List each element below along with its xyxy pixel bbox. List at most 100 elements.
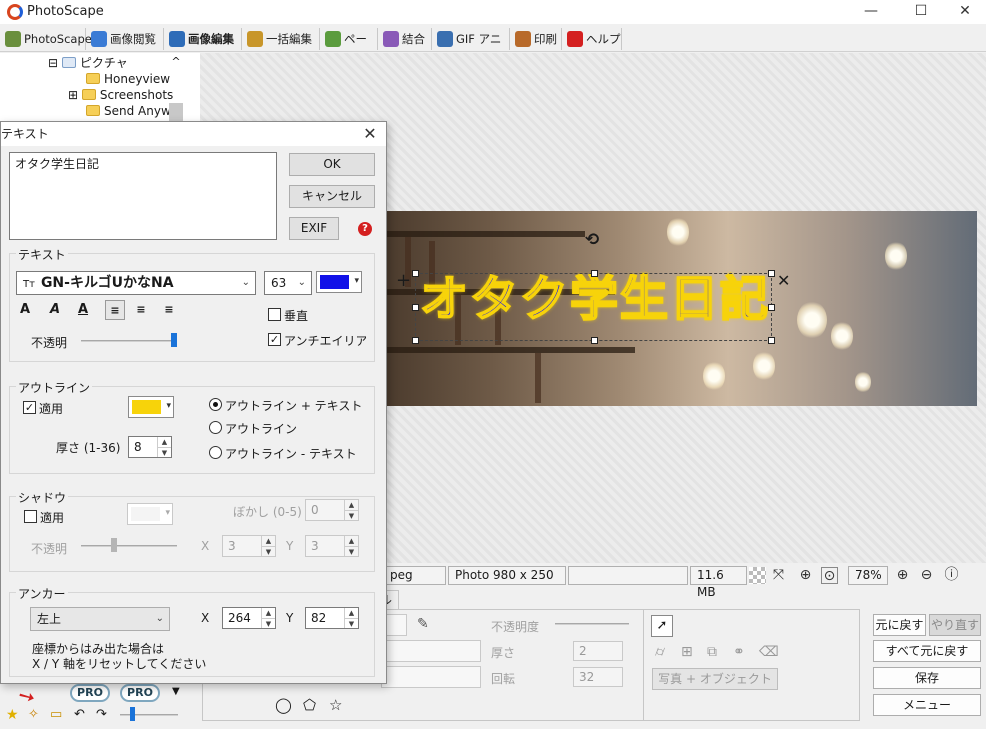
zoom-in-icon[interactable]: ⊕	[894, 567, 911, 584]
shape-cylinder-icon[interactable]: ⌭	[655, 644, 665, 660]
text-input[interactable]: オタク学生日記	[9, 152, 277, 240]
add-object-icon[interactable]: ⊞	[681, 644, 693, 660]
move-icon[interactable]: +	[396, 270, 411, 291]
resize-handle[interactable]	[768, 304, 775, 311]
eyedropper-icon[interactable]: ✎	[417, 616, 429, 632]
tab-gif[interactable]: GIF アニメ	[434, 28, 510, 68]
font-select[interactable]: Tт GN-キルゴUかなNA ⌄	[16, 271, 256, 295]
radio-outline-plus-text[interactable]	[209, 398, 222, 411]
shadow-opacity-slider	[81, 545, 177, 547]
tab-print[interactable]: 印刷	[512, 28, 562, 50]
ok-button[interactable]: OK	[289, 153, 375, 176]
chevron-down-icon[interactable]: ▼	[172, 686, 180, 697]
group-icon[interactable]: ⚭	[733, 644, 745, 660]
outline-thickness-spin[interactable]: 8 ▲ ▼	[128, 436, 172, 458]
help-icon[interactable]: ?	[358, 222, 372, 236]
size-slider-thumb[interactable]	[130, 707, 135, 721]
bold-button[interactable]: A	[15, 300, 35, 320]
pentagon-shape-icon[interactable]: ⬠	[303, 696, 316, 714]
radio-outline-minus-text[interactable]	[209, 446, 222, 459]
resize-handle[interactable]	[412, 304, 419, 311]
radio-outline[interactable]	[209, 421, 222, 434]
selection-box[interactable]	[412, 270, 775, 344]
anchor-x-spin[interactable]: 264 ▲ ▼	[222, 607, 276, 629]
antialias-checkbox[interactable]: ✓	[268, 333, 281, 346]
tree-item-sendanywhere[interactable]: Send Anyw	[86, 103, 171, 119]
undo-all-button[interactable]: すべて元に戻す	[873, 640, 981, 662]
folder-open-icon[interactable]: ▭	[50, 707, 62, 722]
blur-spin: 0 ▲ ▼	[305, 499, 359, 521]
resize-handle[interactable]	[768, 337, 775, 344]
exif-button[interactable]: EXIF	[289, 217, 339, 240]
outline-color-picker[interactable]: ▾	[128, 396, 174, 418]
font-size-select[interactable]: 63 ⌄	[264, 271, 312, 295]
zoom-out-icon[interactable]: ⊖	[918, 567, 935, 584]
folder-tree: ⊟ ピクチャ Honeyview ⊞ Screenshots Send Anyw…	[0, 53, 200, 123]
align-center-button[interactable]: ≡	[131, 300, 151, 320]
delete-object-icon[interactable]: ✕	[777, 271, 790, 290]
rotation-spin: 32	[573, 667, 623, 687]
minimize-button[interactable]: —	[848, 0, 894, 24]
chevron-down-icon: ⌄	[241, 277, 250, 288]
blur-label: ぼかし (0-5)	[233, 505, 302, 519]
italic-button[interactable]: A	[45, 300, 65, 320]
tree-item-honeyview[interactable]: Honeyview	[86, 71, 170, 87]
rotate-right-icon[interactable]: ↷	[96, 707, 107, 722]
erase-icon[interactable]: ⌫	[759, 644, 779, 660]
text-opacity-slider[interactable]	[81, 340, 177, 342]
text-opacity-thumb[interactable]	[171, 333, 177, 347]
anchor-position-select[interactable]: 左上 ⌄	[30, 607, 170, 631]
pro-button-1[interactable]: PRO	[70, 684, 110, 702]
pro-button-2[interactable]: PRO	[120, 684, 160, 702]
divider	[643, 610, 644, 720]
transparency-icon[interactable]	[749, 567, 766, 584]
maximize-button[interactable]: ☐	[898, 0, 944, 24]
align-right-button[interactable]: ≡	[159, 300, 179, 320]
shadow-apply-checkbox[interactable]	[24, 510, 37, 523]
zoom-fit-icon[interactable]: ⊕	[797, 567, 814, 584]
star-icon[interactable]: ★	[6, 707, 19, 723]
zoom-actual-icon[interactable]: ⊙	[821, 567, 838, 584]
undo-button[interactable]: 元に戻す	[873, 614, 926, 636]
vertical-checkbox[interactable]	[268, 308, 281, 321]
text-color-picker[interactable]: ▾	[316, 271, 362, 293]
tab-viewer[interactable]: 画像閲覧	[88, 28, 164, 50]
tab-batch[interactable]: 一括編集	[244, 28, 320, 50]
tab-help[interactable]: ヘルプ	[564, 28, 622, 50]
tree-item-screenshots[interactable]: ⊞ Screenshots	[68, 87, 173, 103]
tree-scrollbar-thumb[interactable]	[169, 103, 183, 121]
resize-handle[interactable]	[768, 270, 775, 277]
star-shape-icon[interactable]: ☆	[329, 696, 342, 714]
resize-handle[interactable]	[412, 337, 419, 344]
tab-editor[interactable]: 画像編集	[166, 28, 242, 50]
dialog-title: テキスト	[1, 122, 386, 146]
dialog-close-icon[interactable]: ✕	[360, 122, 380, 146]
editor-icon	[169, 31, 185, 47]
tab-combine[interactable]: 結合	[380, 28, 432, 50]
cancel-button[interactable]: キャンセル	[289, 185, 375, 208]
info-icon[interactable]: ⓘ	[943, 567, 960, 584]
size-slider[interactable]	[120, 714, 178, 716]
close-button[interactable]: ✕	[942, 0, 986, 24]
duplicate-icon[interactable]: ⧉	[707, 644, 717, 660]
tab-photoscape[interactable]: PhotoScape	[2, 28, 92, 50]
underline-button[interactable]: A	[73, 300, 93, 320]
save-button[interactable]: 保存	[873, 667, 981, 689]
tab-page[interactable]: ページ	[322, 28, 378, 68]
outline-apply-checkbox[interactable]: ✓	[23, 401, 36, 414]
photoscape-icon	[5, 31, 21, 47]
rotate-icon[interactable]: ⟲	[585, 230, 599, 250]
select-pointer-icon[interactable]: ➚	[651, 615, 673, 637]
circle-shape-icon[interactable]: ◯	[275, 696, 292, 714]
rotate-left-icon[interactable]: ↶	[74, 707, 85, 722]
resize-handle[interactable]	[591, 270, 598, 277]
resize-handle[interactable]	[591, 337, 598, 344]
fit-screen-icon[interactable]: ⤧	[770, 567, 787, 584]
align-left-button[interactable]: ≡	[105, 300, 125, 320]
anchor-y-spin[interactable]: 82 ▲ ▼	[305, 607, 359, 629]
sparkle-icon[interactable]: ✧	[28, 707, 39, 722]
resize-handle[interactable]	[412, 270, 419, 277]
tree-item-pictures[interactable]: ⊟ ピクチャ	[48, 55, 128, 71]
menu-button[interactable]: メニュー	[873, 694, 981, 716]
tree-scroll-up-button[interactable]: ^	[169, 55, 183, 69]
